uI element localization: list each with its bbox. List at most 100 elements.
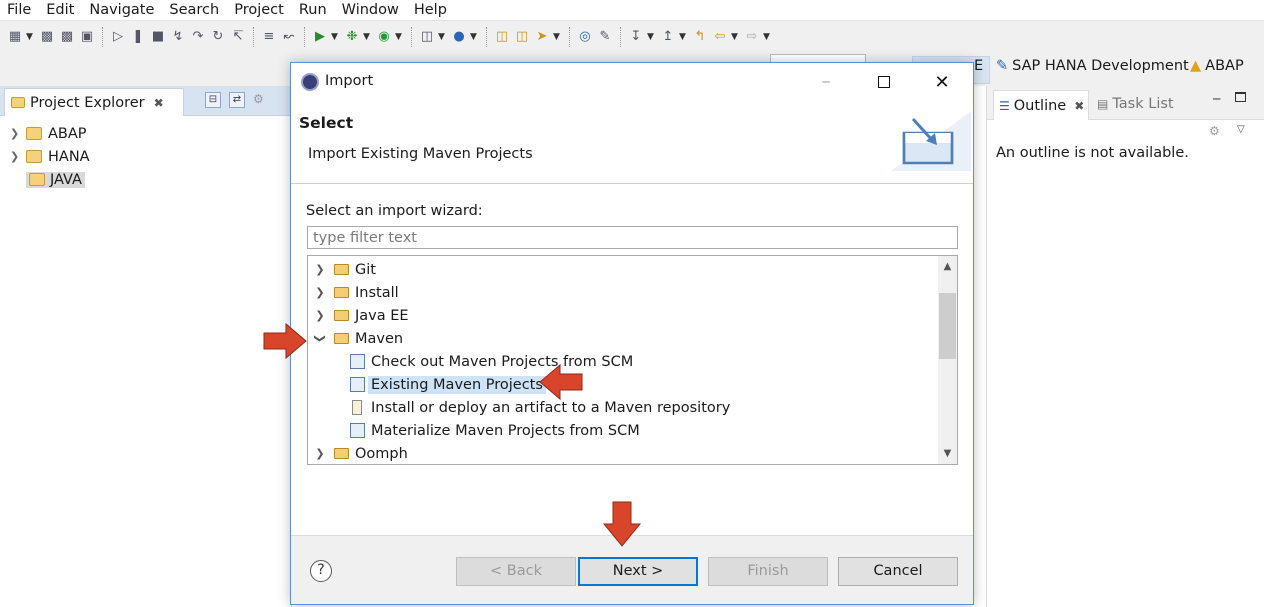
tab-task-list[interactable]: ▤ Task List [1097, 96, 1174, 112]
drop-frame-icon[interactable]: ≡ [260, 28, 278, 46]
hana-icon: ✎ [996, 58, 1009, 74]
tree-item-existing-maven-projects[interactable]: Existing Maven Projects [350, 373, 546, 396]
tree-item-install[interactable]: ❯ Install [314, 281, 398, 304]
resume-icon[interactable]: ▷ [109, 28, 127, 46]
cancel-button[interactable]: Cancel [838, 557, 958, 586]
collapse-all-icon[interactable]: ⊟ [205, 92, 221, 108]
menu-help[interactable]: Help [407, 1, 455, 19]
debug-icon[interactable]: ❉ [343, 28, 361, 46]
maximize-icon[interactable] [1235, 92, 1246, 102]
chevron-down-icon[interactable]: ▼ [438, 32, 448, 42]
run-hana-icon[interactable]: ✎ [596, 28, 614, 46]
tree-item-java[interactable]: JAVA [10, 168, 90, 191]
menu-file[interactable]: File [0, 1, 39, 19]
chevron-down-icon[interactable]: ▼ [395, 32, 405, 42]
chevron-right-icon[interactable]: ❯ [314, 447, 326, 460]
perspective-partial-label[interactable]: E [974, 58, 983, 74]
tree-item-label: ABAP [48, 125, 87, 142]
menu-project[interactable]: Project [227, 1, 292, 19]
scroll-down-icon[interactable]: ▼ [938, 445, 957, 462]
minimize-icon[interactable]: ─ [1213, 92, 1220, 106]
maven-project-icon [350, 377, 365, 392]
tree-item-maven[interactable]: ❯ Maven [314, 327, 404, 350]
forward-icon[interactable]: ⇨ [743, 28, 761, 46]
step-return-icon[interactable]: ↸ [229, 28, 247, 46]
globe-icon[interactable]: ◎ [576, 28, 594, 46]
finish-button[interactable]: Finish [708, 557, 828, 586]
scroll-up-icon[interactable]: ▲ [938, 258, 957, 275]
chevron-down-icon[interactable]: ▼ [731, 32, 741, 42]
chevron-down-icon[interactable]: ▼ [470, 32, 480, 42]
menu-search[interactable]: Search [162, 1, 227, 19]
step-over-icon[interactable]: ↻ [209, 28, 227, 46]
tree-item-abap[interactable]: ❯ ABAP [10, 122, 90, 145]
terminate-icon[interactable]: ■ [149, 28, 167, 46]
tab-project-explorer[interactable]: Project Explorer ✖ [4, 88, 184, 116]
close-button[interactable]: ✕ [919, 67, 965, 97]
chevron-down-icon[interactable]: ▼ [647, 32, 657, 42]
chevron-down-icon[interactable]: ❯ [314, 333, 327, 345]
view-menu-icon[interactable]: ▽ [1237, 124, 1245, 135]
suspend-icon[interactable]: ❚ [129, 28, 147, 46]
chevron-down-icon[interactable]: ▼ [679, 32, 689, 42]
chevron-right-icon[interactable]: ❯ [314, 286, 326, 299]
terminal-icon[interactable]: ▣ [78, 28, 96, 46]
next-annotation-icon[interactable]: ↧ [627, 28, 645, 46]
back-button[interactable]: < Back [456, 557, 576, 586]
back-icon[interactable]: ⇦ [711, 28, 729, 46]
toolbar-divider [620, 26, 621, 47]
menu-edit[interactable]: Edit [39, 1, 82, 19]
tree-item-label: Maven [355, 330, 404, 347]
scrollbar-thumb[interactable] [939, 293, 956, 359]
tree-item-git[interactable]: ❯ Git [314, 258, 376, 281]
help-button[interactable]: ? [310, 560, 332, 582]
wizard-label: Select an import wizard: [306, 203, 483, 219]
chevron-right-icon[interactable]: ❯ [314, 309, 326, 322]
coverage-icon[interactable]: ▶ [311, 28, 329, 46]
perspective-sap-hana[interactable]: ✎ SAP HANA Development [996, 58, 1189, 74]
chevron-right-icon[interactable]: ❯ [10, 127, 20, 140]
run-icon[interactable]: ◉ [375, 28, 393, 46]
tab-outline[interactable]: ☰ Outline ✖ [993, 90, 1089, 120]
menu-run[interactable]: Run [292, 1, 335, 19]
tree-item-maven-checkout[interactable]: Check out Maven Projects from SCM [350, 350, 633, 373]
chevron-down-icon[interactable]: ▼ [26, 32, 36, 42]
disconnect-icon[interactable]: ↯ [169, 28, 187, 46]
chevron-down-icon[interactable]: ▼ [553, 32, 563, 42]
tree-item-oomph[interactable]: ❯ Oomph [314, 442, 407, 464]
view-menu-icon[interactable]: ⚙ [253, 92, 264, 108]
chevron-down-icon[interactable]: ▼ [363, 32, 373, 42]
menu-navigate[interactable]: Navigate [82, 1, 162, 19]
filter-input[interactable] [307, 226, 958, 249]
open-folder-icon[interactable]: ◫ [493, 28, 511, 46]
chevron-right-icon[interactable]: ❯ [314, 263, 326, 276]
open-project-icon[interactable]: ◫ [513, 28, 531, 46]
new-server-icon[interactable]: ◫ [418, 28, 436, 46]
link-with-editor-icon[interactable]: ⇄ [229, 92, 245, 108]
use-step-filters-icon[interactable]: ↜ [280, 28, 298, 46]
menu-window[interactable]: Window [335, 1, 407, 19]
chevron-right-icon[interactable]: ❯ [10, 150, 20, 163]
step-into-icon[interactable]: ↷ [189, 28, 207, 46]
tree-item-java-ee[interactable]: ❯ Java EE [314, 304, 408, 327]
perspective-abap[interactable]: ▲ ABAP [1190, 58, 1244, 74]
chevron-down-icon[interactable]: ▼ [763, 32, 773, 42]
tree-item-maven-materialize[interactable]: Materialize Maven Projects from SCM [350, 419, 640, 442]
new-icon[interactable]: ▦ [6, 28, 24, 46]
project-folder-icon [29, 173, 45, 186]
next-button[interactable]: Next > [578, 557, 698, 586]
tree-scrollbar[interactable]: ▲ ▼ [938, 256, 957, 464]
tree-item-hana[interactable]: ❯ HANA [10, 145, 90, 168]
outline-tool-icon[interactable]: ⚙ [1209, 124, 1220, 138]
deploy-icon[interactable]: ➤ [533, 28, 551, 46]
chevron-down-icon[interactable]: ▼ [331, 32, 341, 42]
new-java-class-icon[interactable]: ● [450, 28, 468, 46]
last-edit-icon[interactable]: ↰ [691, 28, 709, 46]
save-icon[interactable]: ▩ [38, 28, 56, 46]
save-all-icon[interactable]: ▩ [58, 28, 76, 46]
prev-annotation-icon[interactable]: ↥ [659, 28, 677, 46]
close-icon[interactable]: ✖ [1074, 99, 1084, 113]
minimize-icon: ─ [822, 75, 830, 89]
maximize-button[interactable] [861, 67, 907, 97]
close-icon[interactable]: ✖ [154, 96, 164, 110]
